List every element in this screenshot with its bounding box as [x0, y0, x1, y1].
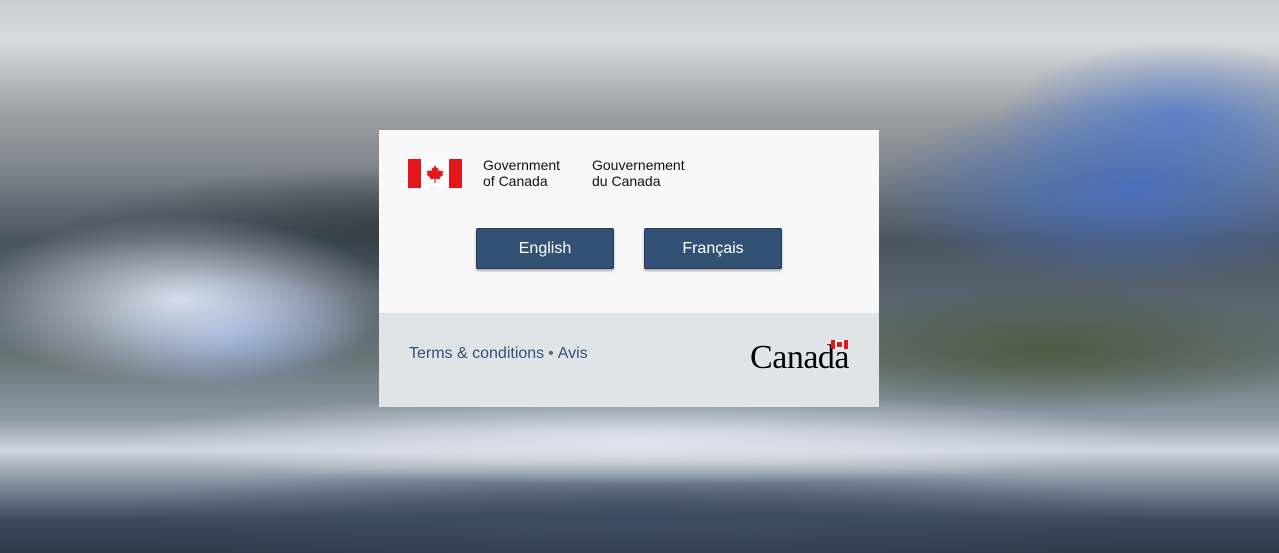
card-footer: Terms & conditions • Avis Canada — [379, 313, 879, 407]
link-separator: • — [548, 345, 554, 362]
footer-links: Terms & conditions • Avis — [409, 345, 588, 363]
signature-en-line1: Government — [483, 157, 561, 173]
wordmark-flag-icon — [831, 340, 848, 349]
signature-fr-line2: du Canada — [592, 173, 661, 189]
francais-button[interactable]: Français — [644, 228, 782, 269]
signature-english: Government of Canada — [483, 157, 590, 189]
english-button[interactable]: English — [476, 228, 614, 269]
splash-card: Government of Canada Gouvernement du Can… — [379, 130, 879, 407]
signature-fr-line1: Gouvernement — [592, 157, 685, 173]
signature-en-line2: of Canada — [483, 173, 548, 189]
canada-flag-icon — [408, 159, 462, 188]
language-buttons: English Français — [476, 228, 782, 269]
signature-french: Gouvernement du Canada — [592, 157, 712, 189]
terms-link[interactable]: Terms & conditions — [409, 345, 544, 362]
avis-link[interactable]: Avis — [558, 345, 588, 362]
card-header: Government of Canada Gouvernement du Can… — [379, 130, 879, 313]
government-signature: Government of Canada Gouvernement du Can… — [408, 157, 712, 189]
canada-wordmark: Canada — [750, 340, 849, 375]
